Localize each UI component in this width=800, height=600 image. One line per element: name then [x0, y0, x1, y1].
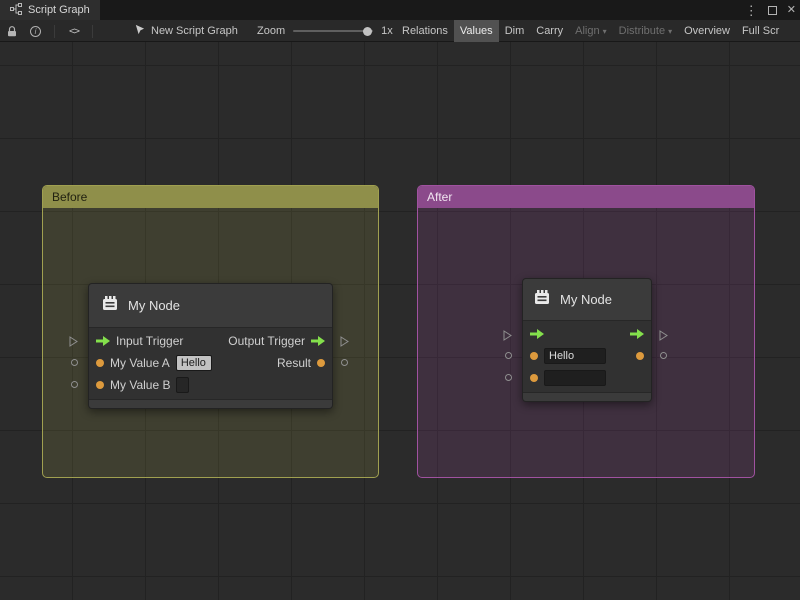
- zoom-slider-handle[interactable]: [363, 27, 372, 36]
- input-trigger-outer-port[interactable]: [69, 334, 78, 352]
- result-port-icon[interactable]: [317, 359, 325, 367]
- toolbar-separator: [92, 25, 93, 38]
- values-button[interactable]: Values: [454, 20, 499, 42]
- result-outer-port[interactable]: [660, 352, 667, 359]
- input-trigger-label: Input Trigger: [116, 334, 183, 348]
- chevron-down-icon: ▾: [603, 27, 607, 36]
- result-port-icon[interactable]: [636, 352, 644, 360]
- value-b-port-row: [523, 367, 651, 389]
- carry-button[interactable]: Carry: [530, 20, 569, 42]
- zoom-slider[interactable]: [293, 30, 373, 32]
- value-b-field[interactable]: [544, 370, 606, 386]
- value-b-outer-port[interactable]: [505, 374, 512, 381]
- distribute-label: Distribute: [619, 25, 665, 37]
- relations-button[interactable]: Relations: [396, 20, 454, 42]
- node-title: My Node: [128, 298, 180, 313]
- toolbar-separator: [54, 25, 55, 38]
- node-after-header[interactable]: My Node: [523, 279, 651, 321]
- output-trigger-label: Output Trigger: [228, 334, 305, 348]
- overview-button[interactable]: Overview: [678, 20, 736, 42]
- node-icon: [101, 295, 119, 317]
- tab-title: Script Graph: [28, 4, 90, 16]
- value-a-port-row: My Value A Hello Result: [89, 352, 332, 374]
- value-a-field[interactable]: Hello: [544, 348, 606, 364]
- close-icon[interactable]: ✕: [787, 5, 796, 16]
- node-after-body: Hello: [523, 321, 651, 389]
- zoom-value: 1x: [381, 25, 393, 37]
- output-trigger-outer-port[interactable]: [340, 334, 349, 352]
- node-my-node-before[interactable]: My Node Input Trigger Output Trigger: [88, 283, 333, 409]
- node-title: My Node: [560, 292, 612, 307]
- zoom-control: Zoom 1x: [257, 20, 393, 42]
- value-a-field[interactable]: Hello: [176, 355, 212, 371]
- value-a-port-row: Hello: [523, 345, 651, 367]
- toolbar-buttons: Relations Values Dim Carry Align ▾ Distr…: [396, 20, 785, 42]
- trigger-port-row: Input Trigger Output Trigger: [89, 330, 332, 352]
- node-icon: [533, 289, 551, 311]
- value-b-port-row: My Value B: [89, 374, 332, 396]
- group-before-label: Before: [52, 190, 87, 204]
- group-after-header[interactable]: After: [418, 186, 754, 208]
- align-dropdown[interactable]: Align ▾: [569, 20, 612, 42]
- info-icon[interactable]: i: [30, 26, 41, 37]
- node-my-node-after[interactable]: My Node Hello: [522, 278, 652, 402]
- fullscreen-button[interactable]: Full Scr: [736, 20, 785, 42]
- value-b-outer-port[interactable]: [71, 381, 78, 388]
- output-trigger-port-icon[interactable]: [630, 329, 644, 339]
- graph-canvas[interactable]: Before After My Node: [0, 42, 800, 600]
- value-a-label: My Value A: [110, 356, 170, 370]
- code-icon[interactable]: <>: [69, 26, 79, 37]
- result-label: Result: [277, 356, 311, 370]
- node-footer: [89, 399, 332, 408]
- input-trigger-outer-port[interactable]: [503, 328, 512, 346]
- graph-name: New Script Graph: [151, 25, 238, 37]
- output-trigger-outer-port[interactable]: [659, 328, 668, 346]
- group-before-header[interactable]: Before: [43, 186, 378, 208]
- chevron-down-icon: ▾: [668, 27, 672, 36]
- value-b-field[interactable]: [176, 377, 189, 393]
- node-footer: [523, 392, 651, 401]
- align-label: Align: [575, 25, 599, 37]
- value-b-label: My Value B: [110, 378, 170, 392]
- kebab-menu-icon[interactable]: ⋮: [745, 4, 758, 17]
- zoom-label: Zoom: [257, 25, 285, 37]
- input-trigger-port-icon[interactable]: [96, 336, 110, 346]
- window-controls: ⋮ ✕: [745, 0, 796, 20]
- graph-breadcrumb[interactable]: New Script Graph: [134, 20, 238, 42]
- value-a-port-icon[interactable]: [530, 352, 538, 360]
- value-a-outer-port[interactable]: [505, 352, 512, 359]
- toolbar-icon-group: i <>: [0, 20, 93, 42]
- output-trigger-port-icon[interactable]: [311, 336, 325, 346]
- value-a-port-icon[interactable]: [96, 359, 104, 367]
- trigger-port-row: [523, 323, 651, 345]
- input-trigger-port-icon[interactable]: [530, 329, 544, 339]
- dim-button[interactable]: Dim: [499, 20, 531, 42]
- node-before-header[interactable]: My Node: [89, 284, 332, 328]
- script-graph-icon: [10, 3, 22, 18]
- value-a-outer-port[interactable]: [71, 359, 78, 366]
- value-b-port-icon[interactable]: [96, 381, 104, 389]
- node-before-body: Input Trigger Output Trigger My Value A …: [89, 328, 332, 396]
- tab-bar: Script Graph ⋮ ✕: [0, 0, 800, 20]
- group-after-label: After: [427, 190, 452, 204]
- graph-toolbar: i <> New Script Graph Zoom 1x Relations …: [0, 20, 800, 42]
- distribute-dropdown[interactable]: Distribute ▾: [613, 20, 678, 42]
- tab-script-graph[interactable]: Script Graph: [0, 0, 100, 20]
- maximize-icon[interactable]: [768, 6, 777, 15]
- value-b-port-icon[interactable]: [530, 374, 538, 382]
- result-outer-port[interactable]: [341, 359, 348, 366]
- lock-icon[interactable]: [7, 26, 17, 37]
- graph-pointer-icon: [134, 24, 145, 38]
